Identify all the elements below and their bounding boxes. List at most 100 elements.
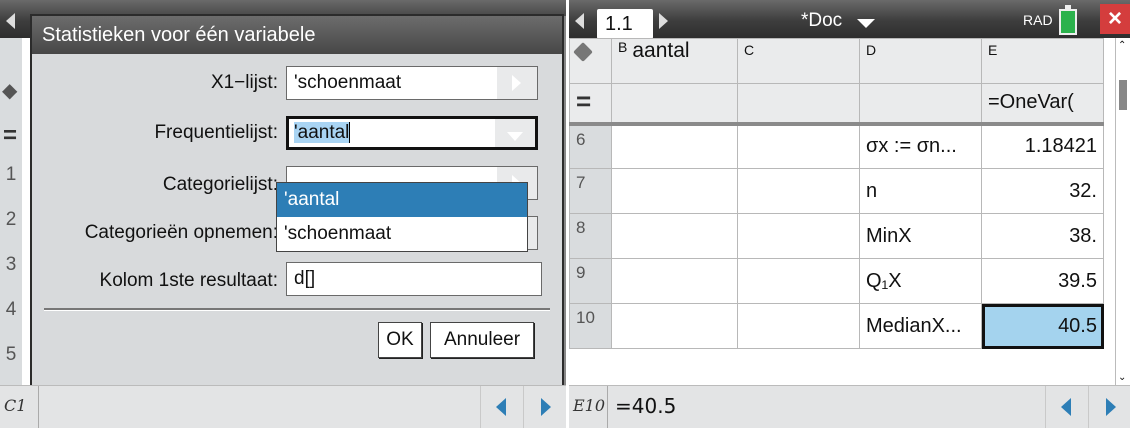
- tab-page[interactable]: 1.1: [597, 9, 653, 39]
- cell-d[interactable]: n: [859, 168, 982, 214]
- frequency-list-dropdown: 'aantal 'schoenmaat: [276, 182, 528, 252]
- scroll-right-button[interactable]: [1088, 386, 1130, 428]
- dropdown-option[interactable]: 'aantal: [277, 183, 527, 217]
- row-number: 10: [569, 303, 612, 349]
- column-header-b[interactable]: B aantal: [611, 38, 738, 84]
- cell-d[interactable]: σx := σn...: [859, 121, 982, 169]
- row-number: 3: [5, 254, 17, 275]
- one-var-stats-dialog: Statistieken voor één variabele X1−lijst…: [30, 14, 564, 400]
- prev-page-arrow-icon[interactable]: [575, 13, 584, 29]
- ok-button[interactable]: OK: [378, 322, 422, 358]
- x1-list-label: X1−lijst:: [210, 72, 278, 93]
- dropdown-option[interactable]: 'schoenmaat: [277, 217, 527, 251]
- dialog-separator: [44, 308, 550, 311]
- cell-b[interactable]: [611, 121, 738, 169]
- right-screen: 1.1 *Doc RAD × B aantal C D E = =OneVar(…: [569, 0, 1130, 428]
- left-status-bar: C1: [0, 385, 567, 428]
- scroll-left-button[interactable]: [480, 386, 523, 428]
- frequency-list-value: 'aantal: [294, 122, 350, 143]
- cell-d[interactable]: MinX: [859, 213, 982, 259]
- formula-row-marker: =: [3, 122, 18, 149]
- status-divider: [38, 386, 39, 428]
- formula-cell-d[interactable]: [859, 83, 982, 124]
- scroll-right-button[interactable]: [523, 386, 566, 428]
- selected-cell-e10[interactable]: 40.5: [981, 303, 1104, 349]
- cell-e[interactable]: 38.: [981, 213, 1104, 259]
- formula-row: = =OneVar(: [569, 83, 1104, 124]
- table-row: 10 MedianX... 40.5: [569, 303, 1104, 349]
- cell-b[interactable]: [611, 258, 738, 304]
- column-header-row: B aantal C D E: [569, 38, 1104, 84]
- include-categories-label: Categorieën opnemen:: [84, 222, 278, 243]
- table-row: 7 n 32.: [569, 168, 1104, 214]
- cell-e[interactable]: 32.: [981, 168, 1104, 214]
- row-number: 2: [5, 209, 17, 230]
- x1-list-select[interactable]: 'schoenmaat: [286, 66, 538, 100]
- spreadsheet: B aantal C D E = =OneVar( 6 σx := σn... …: [569, 38, 1104, 349]
- row-number: 4: [5, 299, 17, 320]
- cell-b[interactable]: [611, 213, 738, 259]
- left-screen: ◆ = 1 2 3 4 5 Statistieken voor één vari…: [0, 0, 567, 428]
- cell-b[interactable]: [611, 168, 738, 214]
- arrow-right-icon: [541, 398, 551, 416]
- table-row: 6 σx := σn... 1.18421: [569, 121, 1104, 169]
- frequency-list-label: Frequentielijst:: [154, 122, 278, 143]
- chevron-down-icon: [507, 132, 523, 141]
- column-header-c[interactable]: C: [737, 38, 860, 84]
- cell-reference: E10: [573, 396, 606, 415]
- doc-menu-caret-icon[interactable]: [857, 19, 875, 28]
- cell-c[interactable]: [737, 121, 860, 169]
- scroll-down-icon[interactable]: ⌄: [1118, 372, 1126, 383]
- tag-icon: [573, 42, 593, 62]
- cell-d[interactable]: MedianX...: [859, 303, 982, 349]
- cell-c[interactable]: [737, 213, 860, 259]
- next-page-arrow-icon[interactable]: [659, 13, 668, 29]
- arrow-right-icon: [1106, 398, 1116, 416]
- cell-d[interactable]: Q₁X: [859, 258, 982, 304]
- right-status-bar: E10 =40.5: [569, 385, 1130, 428]
- frequency-list-select[interactable]: 'aantal: [286, 116, 538, 150]
- arrow-left-icon: [1061, 398, 1071, 416]
- cell-reference: C1: [4, 396, 27, 415]
- cell-c[interactable]: [737, 168, 860, 214]
- cell-c[interactable]: [737, 258, 860, 304]
- row-number: 9: [569, 258, 612, 304]
- row-number: 5: [5, 344, 17, 365]
- vertical-scrollbar[interactable]: ⌃ ⌄: [1115, 38, 1130, 385]
- scroll-up-icon[interactable]: ⌃: [1118, 40, 1126, 51]
- table-row: 9 Q₁X 39.5: [569, 258, 1104, 304]
- cell-e[interactable]: 39.5: [981, 258, 1104, 304]
- row-number: 1: [5, 164, 17, 185]
- document-title[interactable]: *Doc: [801, 10, 842, 32]
- row-number: 6: [569, 121, 612, 169]
- first-result-column-value: d[]: [294, 268, 316, 289]
- x1-list-arrow-button[interactable]: [497, 67, 537, 99]
- cancel-button[interactable]: Annuleer: [430, 322, 534, 358]
- scroll-left-button[interactable]: [1045, 386, 1088, 428]
- cell-e[interactable]: 1.18421: [981, 121, 1104, 169]
- formula-row-marker: =: [569, 83, 612, 124]
- status-divider: [607, 386, 608, 428]
- frequency-list-dropdown-button[interactable]: [495, 119, 535, 147]
- first-result-column-label: Kolom 1ste resultaat:: [99, 270, 278, 291]
- tag-icon: ◆: [2, 80, 18, 102]
- column-header-d[interactable]: D: [859, 38, 982, 84]
- angle-mode-indicator: RAD: [1023, 12, 1053, 28]
- battery-icon: [1059, 9, 1077, 35]
- close-icon[interactable]: ×: [1100, 4, 1130, 34]
- scrollbar-thumb[interactable]: [1119, 80, 1127, 110]
- cell-c[interactable]: [737, 303, 860, 349]
- formula-cell-c[interactable]: [737, 83, 860, 124]
- formula-cell-e[interactable]: =OneVar(: [981, 83, 1104, 124]
- first-result-column-input[interactable]: d[]: [286, 262, 542, 296]
- status-formula: =40.5: [615, 394, 677, 418]
- category-list-label: Categorielijst:: [162, 174, 278, 195]
- back-arrow-icon[interactable]: [6, 13, 15, 29]
- arrow-left-icon: [496, 398, 506, 416]
- right-top-bar: 1.1 *Doc RAD ×: [569, 0, 1130, 39]
- dialog-title: Statistieken voor één variabele: [32, 16, 562, 54]
- column-header-e[interactable]: E: [981, 38, 1104, 84]
- formula-cell-b[interactable]: [611, 83, 738, 124]
- cell-b[interactable]: [611, 303, 738, 349]
- corner-cell: [569, 38, 612, 84]
